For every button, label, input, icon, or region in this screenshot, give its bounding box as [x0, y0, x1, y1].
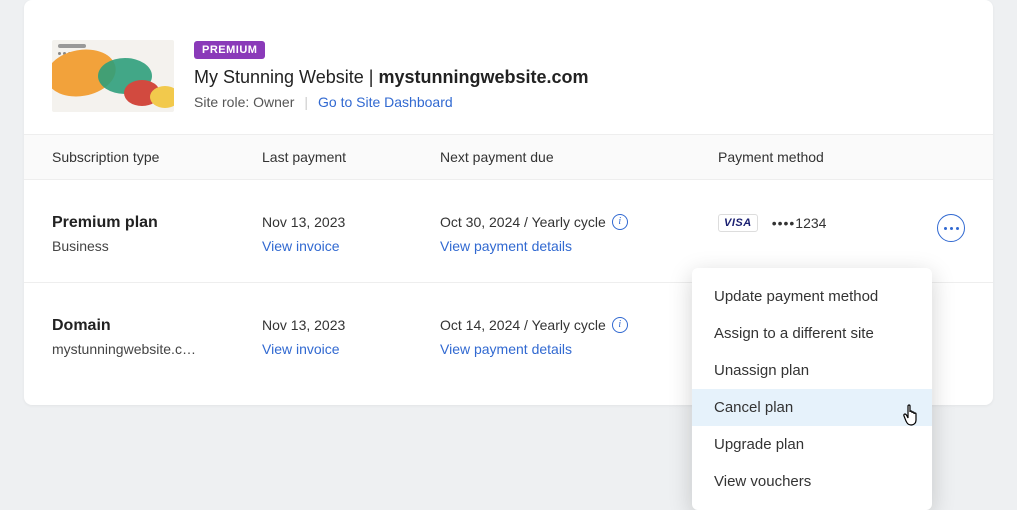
site-header: PREMIUM My Stunning Website | mystunning…	[24, 0, 993, 134]
payment-method: VISA ••••1234	[718, 214, 905, 232]
site-title: My Stunning Website | mystunningwebsite.…	[194, 67, 965, 88]
site-thumbnail[interactable]	[52, 40, 174, 112]
plan-name: Domain	[52, 317, 262, 335]
site-role: Site role: Owner	[194, 94, 294, 110]
col-payment-method: Payment method	[718, 149, 905, 165]
premium-badge: PREMIUM	[194, 41, 265, 59]
menu-item-assign-site[interactable]: Assign to a different site	[692, 315, 932, 352]
site-dashboard-link[interactable]: Go to Site Dashboard	[318, 94, 453, 110]
plan-subtitle: mystunningwebsite.c…	[52, 341, 232, 357]
view-invoice-link[interactable]: View invoice	[262, 341, 440, 357]
menu-item-upgrade-plan[interactable]: Upgrade plan	[692, 426, 932, 463]
plan-subtitle: Business	[52, 238, 232, 254]
menu-item-unassign-plan[interactable]: Unassign plan	[692, 352, 932, 389]
menu-item-cancel-plan[interactable]: Cancel plan	[692, 389, 932, 426]
view-invoice-link[interactable]: View invoice	[262, 238, 440, 254]
row-actions-menu: Update payment method Assign to a differ…	[692, 268, 932, 510]
col-last-payment: Last payment	[262, 149, 440, 165]
site-role-row: Site role: Owner | Go to Site Dashboard	[194, 94, 965, 110]
next-payment-due: Oct 30, 2024 / Yearly cycle i	[440, 214, 718, 230]
col-next-payment: Next payment due	[440, 149, 718, 165]
view-payment-details-link[interactable]: View payment details	[440, 341, 718, 357]
more-actions-button[interactable]	[937, 214, 965, 242]
last-payment-date: Nov 13, 2023	[262, 214, 440, 230]
site-meta: PREMIUM My Stunning Website | mystunning…	[194, 40, 965, 110]
plan-name: Premium plan	[52, 214, 262, 232]
menu-item-update-payment[interactable]: Update payment method	[692, 278, 932, 315]
info-icon[interactable]: i	[612, 317, 628, 333]
last-payment-date: Nov 13, 2023	[262, 317, 440, 333]
subscriptions-table-header: Subscription type Last payment Next paym…	[24, 134, 993, 180]
next-payment-due: Oct 14, 2024 / Yearly cycle i	[440, 317, 718, 333]
visa-icon: VISA	[718, 214, 758, 232]
col-subscription: Subscription type	[52, 149, 262, 165]
site-name: My Stunning Website	[194, 67, 364, 87]
menu-item-view-vouchers[interactable]: View vouchers	[692, 463, 932, 500]
info-icon[interactable]: i	[612, 214, 628, 230]
site-domain: mystunningwebsite.com	[378, 67, 588, 87]
view-payment-details-link[interactable]: View payment details	[440, 238, 718, 254]
